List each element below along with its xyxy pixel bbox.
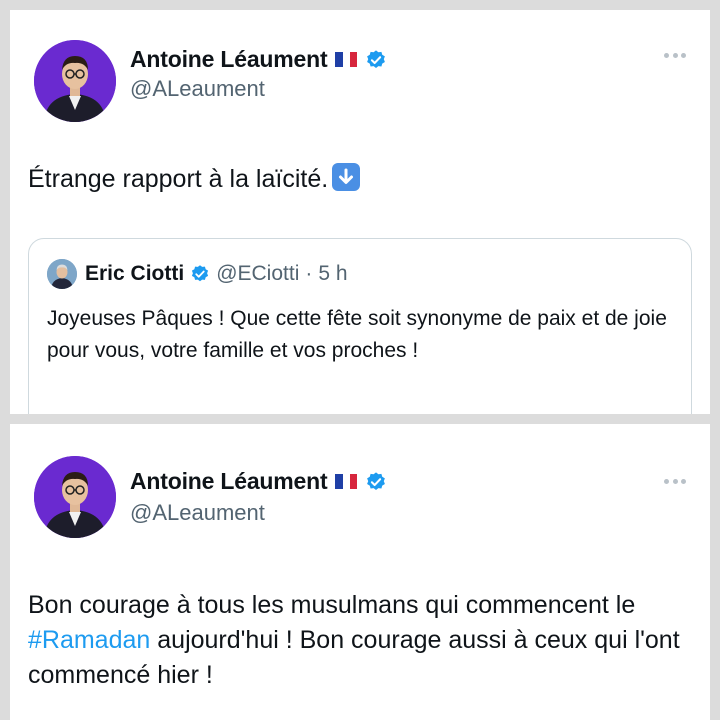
author-handle[interactable]: @ALeaument [130,76,265,102]
quote-header: Eric Ciotti @ECiotti · 5 h [85,259,348,289]
avatar[interactable] [34,40,116,122]
quote-author-name[interactable]: Eric Ciotti [85,262,184,286]
quote-separator: · [305,262,313,285]
author-name[interactable]: Antoine Léaument [130,46,328,73]
verified-badge-icon [367,49,386,68]
tweet-card[interactable]: Antoine Léaument @ALeaument Bon courage … [10,424,710,720]
more-options-icon[interactable] [664,52,686,58]
author-name[interactable]: Antoine Léaument [130,468,328,495]
quote-timestamp[interactable]: 5 h [318,262,347,286]
tweet-text: Étrange rapport à la laïcité. [28,162,692,197]
french-flag-icon [335,52,358,67]
tweet-text: Bon courage à tous les musulmans qui com… [28,588,692,693]
tweet-text-before: Bon courage à tous les musulmans qui com… [28,591,636,619]
french-flag-icon [335,474,358,489]
quote-author-handle[interactable]: @ECiotti [216,262,299,286]
tweet-text-content: Étrange rapport à la laïcité. [28,165,329,193]
down-arrow-emoji-icon [332,163,361,191]
quote-avatar[interactable] [47,259,77,289]
author-name-row: Antoine Léaument [130,468,387,495]
hashtag-link[interactable]: #Ramadan [28,626,150,654]
author-handle[interactable]: @ALeaument [130,500,265,526]
quoted-tweet[interactable]: Eric Ciotti @ECiotti · 5 h Joyeuses Pâqu… [28,238,692,414]
more-options-icon[interactable] [664,478,686,484]
tweet-card[interactable]: Antoine Léaument @ALeaument Étrange rapp… [10,10,710,414]
author-name-row: Antoine Léaument [130,46,387,73]
quote-text: Joyeuses Pâques ! Que cette fête soit sy… [47,307,667,362]
avatar[interactable] [34,456,116,538]
verified-badge-icon [192,265,209,282]
verified-badge-icon [367,471,386,490]
